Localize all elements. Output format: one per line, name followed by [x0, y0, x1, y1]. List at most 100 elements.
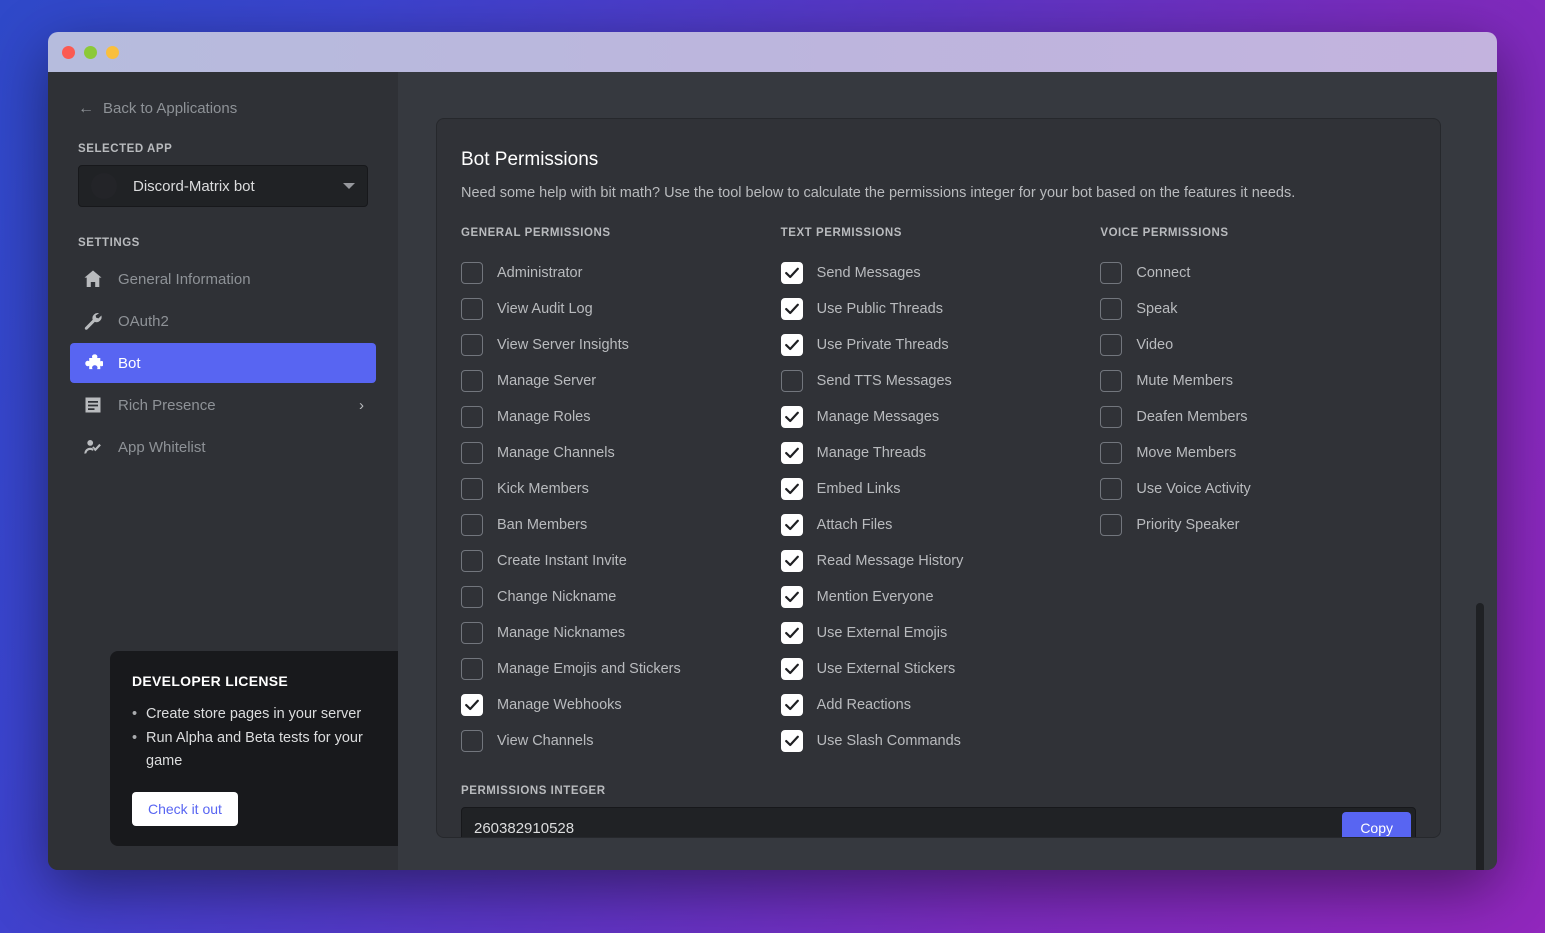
permission-row[interactable]: Mention Everyone	[780, 579, 1097, 615]
permission-checkbox[interactable]	[780, 442, 803, 464]
permission-checkbox[interactable]	[461, 586, 483, 608]
permission-checkbox[interactable]	[780, 370, 803, 392]
permission-label: Deafen Members	[1136, 409, 1248, 425]
permission-row[interactable]: Video	[1100, 327, 1416, 363]
permission-checkbox[interactable]	[780, 550, 803, 572]
maximize-window-button[interactable]	[106, 45, 119, 59]
permission-checkbox[interactable]	[780, 622, 803, 644]
permission-row[interactable]: Create Instant Invite	[461, 543, 777, 579]
permission-checkbox[interactable]	[780, 406, 803, 428]
permission-row[interactable]: Add Reactions	[780, 687, 1097, 723]
permission-checkbox[interactable]	[1100, 334, 1123, 356]
permission-label: Add Reactions	[816, 697, 911, 713]
close-window-button[interactable]	[62, 45, 75, 59]
copy-button[interactable]: Copy	[1342, 812, 1411, 837]
permission-checkbox[interactable]	[461, 658, 483, 680]
permission-checkbox[interactable]	[1100, 298, 1123, 320]
permission-checkbox[interactable]	[1100, 442, 1123, 464]
permission-row[interactable]: Attach Files	[780, 507, 1097, 543]
permission-checkbox[interactable]	[780, 334, 803, 356]
permission-row[interactable]: Priority Speaker	[1100, 507, 1416, 543]
permission-row[interactable]: Manage Channels	[461, 435, 777, 471]
permission-row[interactable]: Manage Threads	[780, 435, 1097, 471]
permission-row[interactable]: Use Public Threads	[780, 291, 1097, 327]
permission-row[interactable]: Ban Members	[461, 507, 777, 543]
permission-checkbox[interactable]	[1100, 406, 1123, 428]
permission-checkbox[interactable]	[1100, 514, 1123, 536]
minimize-window-button[interactable]	[84, 45, 97, 59]
permission-checkbox[interactable]	[461, 262, 483, 284]
permission-checkbox[interactable]	[461, 370, 483, 392]
permission-row[interactable]: Embed Links	[780, 471, 1097, 507]
permission-label: Embed Links	[816, 481, 901, 497]
permission-checkbox[interactable]	[461, 298, 483, 320]
permission-checkbox[interactable]	[461, 514, 483, 536]
permission-checkbox[interactable]	[1100, 370, 1123, 392]
permission-checkbox[interactable]	[461, 550, 483, 572]
permission-row[interactable]: Read Message History	[780, 543, 1097, 579]
sidebar-item-app-whitelist[interactable]: App Whitelist	[70, 427, 376, 467]
permission-row[interactable]: Deafen Members	[1100, 399, 1416, 435]
permission-row[interactable]: Administrator	[461, 255, 777, 291]
vertical-scrollbar[interactable]	[1476, 603, 1484, 870]
main-content: Bot Permissions Need some help with bit …	[398, 72, 1497, 870]
permission-row[interactable]: Connect	[1100, 255, 1416, 291]
permission-checkbox[interactable]	[461, 622, 483, 644]
permission-checkbox[interactable]	[461, 334, 483, 356]
permission-row[interactable]: Use External Stickers	[780, 651, 1097, 687]
sidebar-item-label: App Whitelist	[118, 438, 206, 456]
permissions-integer-field[interactable]: Copy	[461, 807, 1416, 837]
permission-row[interactable]: Mute Members	[1100, 363, 1416, 399]
permission-label: Manage Messages	[816, 409, 940, 425]
permission-checkbox[interactable]	[780, 298, 803, 320]
permission-checkbox[interactable]	[780, 658, 803, 680]
permission-row[interactable]: Change Nickname	[461, 579, 777, 615]
permission-row[interactable]: Manage Roles	[461, 399, 777, 435]
sidebar-item-general-information[interactable]: General Information	[70, 259, 376, 299]
permission-row[interactable]: Use Slash Commands	[780, 723, 1097, 759]
permission-row[interactable]: Manage Emojis and Stickers	[461, 651, 777, 687]
permission-row[interactable]: Manage Server	[461, 363, 777, 399]
sidebar-item-bot[interactable]: Bot	[70, 343, 376, 383]
permission-checkbox[interactable]	[461, 478, 483, 500]
permission-row[interactable]: View Audit Log	[461, 291, 777, 327]
permission-checkbox[interactable]	[780, 730, 803, 752]
permission-row[interactable]: Use Private Threads	[780, 327, 1097, 363]
permission-checkbox[interactable]	[780, 514, 803, 536]
permission-row[interactable]: Manage Nicknames	[461, 615, 777, 651]
permission-row[interactable]: View Server Insights	[461, 327, 777, 363]
permission-checkbox[interactable]	[461, 730, 483, 752]
permission-checkbox[interactable]	[780, 262, 803, 284]
permission-checkbox[interactable]	[780, 694, 803, 716]
permission-label: Manage Channels	[497, 445, 615, 461]
permission-label: Manage Webhooks	[497, 697, 622, 713]
window-body: ← Back to Applications SELECTED APP Disc…	[48, 72, 1497, 870]
permission-row[interactable]: Manage Messages	[780, 399, 1097, 435]
selected-app-dropdown[interactable]: Discord-Matrix bot	[78, 165, 368, 207]
permission-checkbox[interactable]	[1100, 262, 1123, 284]
permission-row[interactable]: Move Members	[1100, 435, 1416, 471]
permission-row[interactable]: Send Messages	[780, 255, 1097, 291]
permissions-integer-input[interactable]	[474, 819, 1343, 837]
permission-label: Speak	[1136, 301, 1178, 317]
permission-row[interactable]: Manage Webhooks	[461, 687, 777, 723]
permission-row[interactable]: Use External Emojis	[780, 615, 1097, 651]
permission-row[interactable]: Kick Members	[461, 471, 777, 507]
permission-row[interactable]: Send TTS Messages	[780, 363, 1097, 399]
check-it-out-button[interactable]: Check it out	[132, 792, 238, 826]
permission-checkbox[interactable]	[461, 406, 483, 428]
sidebar-item-oauth2[interactable]: OAuth2	[70, 301, 376, 341]
permission-checkbox[interactable]	[461, 442, 483, 464]
back-to-applications-link[interactable]: ← Back to Applications	[48, 100, 398, 117]
permission-checkbox[interactable]	[780, 586, 803, 608]
permission-checkbox[interactable]	[461, 694, 483, 716]
permission-checkbox[interactable]	[1100, 478, 1123, 500]
permission-row[interactable]: Use Voice Activity	[1100, 471, 1416, 507]
arrow-left-icon: ←	[78, 99, 94, 117]
permissions-columns: GENERAL PERMISSIONS Administrator View Aud…	[461, 227, 1416, 759]
sidebar-item-label: Bot	[118, 354, 141, 372]
permission-row[interactable]: View Channels	[461, 723, 777, 759]
permission-checkbox[interactable]	[780, 478, 803, 500]
permission-row[interactable]: Speak	[1100, 291, 1416, 327]
sidebar-item-rich-presence[interactable]: Rich Presence ›	[70, 385, 376, 425]
